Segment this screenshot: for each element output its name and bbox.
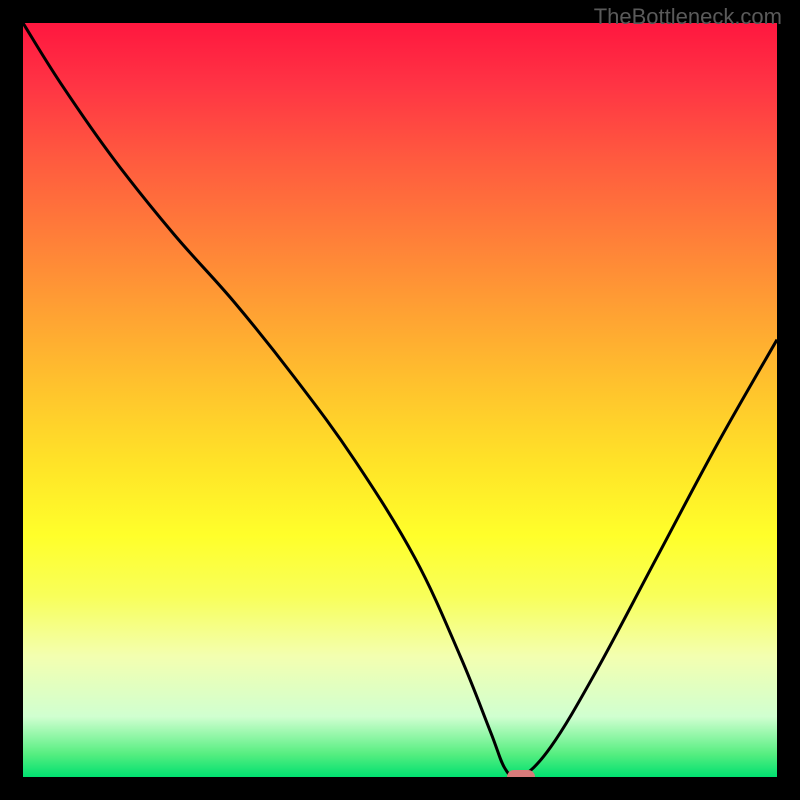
- optimum-marker: [507, 770, 535, 777]
- plot-area: [23, 23, 777, 777]
- watermark-label: TheBottleneck.com: [594, 4, 782, 30]
- bottleneck-curve: [23, 23, 777, 777]
